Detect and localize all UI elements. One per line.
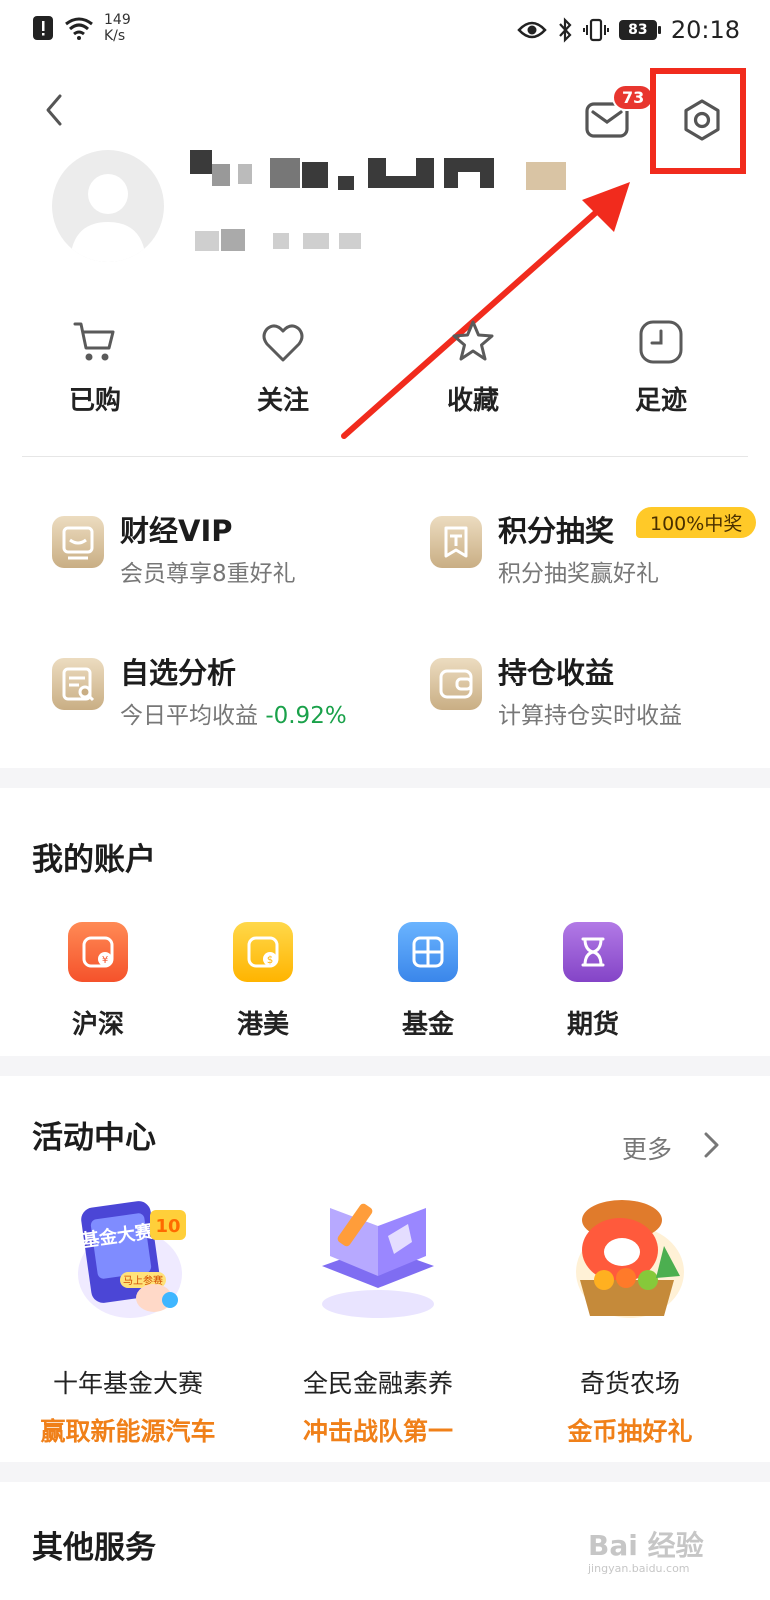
activity-slogan: 赢取新能源汽车 <box>40 1417 216 1446</box>
fund-contest-illustration: 基金大赛 10 马上参赛 <box>58 1196 198 1326</box>
service-desc: 计算持仓实时收益 <box>498 703 682 729</box>
svg-text:¥: ¥ <box>102 955 108 966</box>
account-fund[interactable]: 基金 <box>383 922 473 1041</box>
account-label: 沪深 <box>71 1010 124 1040</box>
heart-icon <box>262 324 304 362</box>
service-title: 自选分析 <box>120 656 237 690</box>
quick-actions: 已购 关注 收藏 足迹 <box>0 318 770 428</box>
watermark: Bai 经验 jingyan.baidu.com <box>588 1524 704 1575</box>
service-desc: 会员尊享8重好礼 <box>120 561 296 587</box>
service-title: 积分抽奖 <box>498 514 615 548</box>
watermark-brand: Bai 经验 <box>588 1529 704 1562</box>
lottery-icon <box>430 516 482 568</box>
alert-icon <box>33 16 53 40</box>
futures-icon <box>563 922 623 982</box>
chevron-right-icon[interactable] <box>700 1128 722 1162</box>
status-bar: 149 K/s 83 20:18 <box>0 0 770 62</box>
account-label: 基金 <box>401 1010 454 1040</box>
account-futures[interactable]: 期货 <box>548 922 638 1041</box>
more-link[interactable]: 更多 <box>622 1130 672 1166</box>
quick-history[interactable]: 足迹 <box>606 318 716 417</box>
user-info-blurred <box>195 225 370 255</box>
quick-label: 足迹 <box>634 386 687 416</box>
quick-favorites[interactable]: 收藏 <box>418 318 528 417</box>
activity-financial-literacy[interactable]: 全民金融素养 冲击战队第一 <box>258 1196 498 1448</box>
service-title: 财经VIP <box>120 514 233 548</box>
watermark-url: jingyan.baidu.com <box>588 1562 690 1575</box>
activities-title: 活动中心 <box>32 1120 156 1156</box>
service-desc: 今日平均收益 -0.92% <box>120 696 347 730</box>
svg-text:$: $ <box>267 955 273 966</box>
poster-badge: 10 <box>155 1216 180 1237</box>
activity-slogan: 冲击战队第一 <box>302 1417 453 1446</box>
star-icon <box>452 320 494 361</box>
nickname-blurred <box>190 150 580 200</box>
default-avatar-icon <box>70 174 146 262</box>
activity-name: 十年基金大赛 <box>52 1369 203 1398</box>
battery-level: 83 <box>618 20 657 40</box>
lottery-tag: 100%中奖 <box>636 507 757 538</box>
activity-fund-contest[interactable]: 基金大赛 10 马上参赛 十年基金大赛 赢取新能源汽车 <box>8 1196 248 1448</box>
clock-time: 20:18 <box>670 16 740 44</box>
service-desc-text: 今日平均收益 <box>120 703 258 729</box>
net-speed-unit: K/s <box>104 28 126 44</box>
quick-follow[interactable]: 关注 <box>228 318 338 417</box>
wallet-icon <box>430 658 482 710</box>
wifi-icon <box>65 17 93 40</box>
analysis-icon <box>52 658 104 710</box>
service-title: 持仓收益 <box>498 656 615 690</box>
accounts-title: 我的账户 <box>32 842 156 878</box>
divider <box>22 456 748 457</box>
fund-icon <box>398 922 458 982</box>
account-a-share[interactable]: ¥ 沪深 <box>53 922 143 1041</box>
section-separator <box>0 768 770 788</box>
account-hk-us[interactable]: $ 港美 <box>218 922 308 1041</box>
account-label: 港美 <box>236 1010 289 1040</box>
vip-icon <box>52 516 104 568</box>
quick-label: 收藏 <box>446 386 499 416</box>
battery-icon: 83 <box>618 20 661 40</box>
activity-slogan: 金币抽好礼 <box>567 1417 693 1446</box>
avg-return-value: -0.92% <box>265 703 347 729</box>
book-illustration <box>308 1196 448 1326</box>
highlight-box <box>650 68 746 174</box>
a-share-icon: ¥ <box>68 922 128 982</box>
avatar[interactable] <box>52 150 164 262</box>
back-arrow-icon[interactable] <box>36 90 76 130</box>
activity-farm[interactable]: 奇货农场 金币抽好礼 <box>510 1196 750 1448</box>
activity-name: 全民金融素养 <box>302 1369 453 1398</box>
activity-name: 奇货农场 <box>579 1369 680 1398</box>
vibrate-icon <box>582 18 609 42</box>
bluetooth-icon <box>559 17 572 43</box>
eye-icon <box>517 21 547 39</box>
farm-illustration <box>560 1196 700 1326</box>
hk-us-icon: $ <box>233 922 293 982</box>
section-separator <box>0 1056 770 1076</box>
quick-label: 已购 <box>68 386 121 416</box>
account-label: 期货 <box>566 1010 619 1040</box>
section-separator <box>0 1462 770 1482</box>
other-services-title: 其他服务 <box>32 1530 156 1566</box>
quick-label: 关注 <box>256 386 309 416</box>
quick-purchased[interactable]: 已购 <box>40 318 150 417</box>
mail-unread-badge: 73 <box>612 84 655 111</box>
net-speed-value: 149 <box>104 12 131 28</box>
clock-icon <box>639 320 683 364</box>
service-desc: 积分抽奖赢好礼 <box>498 561 659 587</box>
cart-icon <box>73 322 115 361</box>
